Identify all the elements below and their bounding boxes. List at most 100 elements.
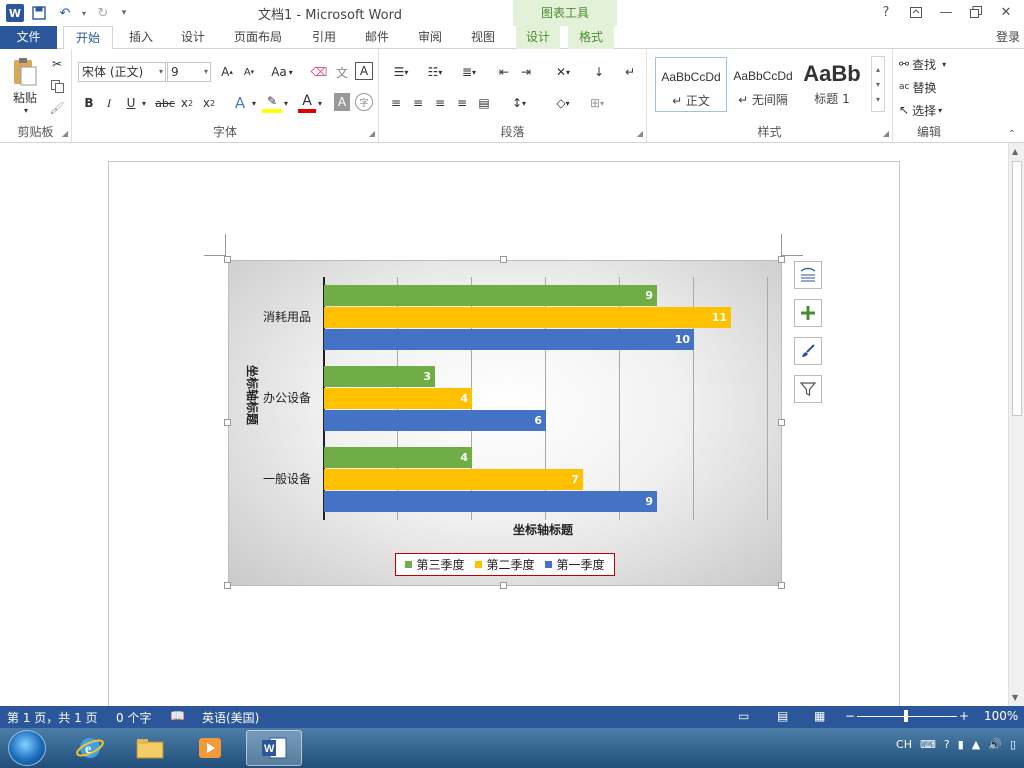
layout-options-button[interactable] xyxy=(794,261,822,289)
chinese-layout-icon[interactable]: ✕ ▾ xyxy=(549,62,577,82)
select-button[interactable]: ↖ 选择 ▾ xyxy=(899,101,963,119)
distributed-icon[interactable]: ▤ xyxy=(475,93,493,113)
chart[interactable]: 坐标轴标题 坐标轴标题 第三季度 第二季度 第一季度 消耗用品 9 11 10 办公设备… xyxy=(228,260,782,586)
web-layout-icon[interactable]: ▦ xyxy=(814,709,825,723)
shrink-font-icon[interactable]: A ▾ xyxy=(240,62,258,82)
tab-chart-design[interactable]: 设计 xyxy=(516,26,560,49)
paragraph-launcher-icon[interactable]: ◢ xyxy=(637,129,643,138)
superscript-icon[interactable]: x2 xyxy=(200,93,218,113)
bold-icon[interactable]: B xyxy=(80,93,98,113)
paste-button[interactable]: 粘贴 xyxy=(8,89,42,105)
tab-references[interactable]: 引用 xyxy=(302,26,346,49)
tab-review[interactable]: 审阅 xyxy=(408,26,452,49)
notification-icon[interactable]: ▯ xyxy=(1010,738,1016,751)
decrease-indent-icon[interactable]: ⇤ xyxy=(495,62,513,82)
character-shading-icon[interactable]: A xyxy=(334,93,350,111)
tab-file[interactable]: 文件 xyxy=(0,26,57,49)
text-effects-dropdown-icon[interactable]: ▾ xyxy=(250,93,258,113)
language-indicator[interactable]: 英语(美国) xyxy=(202,709,259,726)
style-no-spacing[interactable]: AaBbCcDd ↵ 无间隔 xyxy=(727,57,799,112)
copy-icon[interactable] xyxy=(48,77,66,95)
internet-explorer-icon[interactable]: e xyxy=(62,730,118,766)
borders-icon[interactable]: ⊞ ▾ xyxy=(583,93,611,113)
input-language[interactable]: CH xyxy=(896,738,912,751)
font-size-combo[interactable]: 9 ▾ xyxy=(167,62,211,82)
clipboard-launcher-icon[interactable]: ◢ xyxy=(62,129,68,138)
tab-chart-format[interactable]: 格式 xyxy=(568,26,614,49)
close-icon[interactable]: ✕ xyxy=(994,2,1018,22)
numbering-icon[interactable]: ☷ ▾ xyxy=(421,62,449,82)
replace-button[interactable]: ac 替换 xyxy=(899,78,963,96)
resize-handle[interactable] xyxy=(500,256,507,263)
format-painter-icon[interactable]: 🖌 xyxy=(48,99,66,117)
page-count[interactable]: 第 1 页，共 1 页 xyxy=(7,709,98,726)
resize-handle[interactable] xyxy=(778,582,785,589)
font-name-combo[interactable]: 宋体 (正文) ▾ xyxy=(78,62,166,82)
chevron-up-icon[interactable]: ▴ xyxy=(876,65,880,74)
underline-dropdown-icon[interactable]: ▾ xyxy=(140,93,148,113)
show-formatting-icon[interactable]: ↵ xyxy=(621,62,639,82)
print-layout-icon[interactable]: ▤ xyxy=(777,709,788,723)
align-right-icon[interactable]: ≡ xyxy=(431,93,449,113)
word-count[interactable]: 0 个字 xyxy=(116,709,151,726)
tab-page-layout[interactable]: 页面布局 xyxy=(225,26,291,49)
proofing-icon[interactable]: 📖 xyxy=(170,709,185,723)
tab-home[interactable]: 开始 xyxy=(63,26,113,50)
show-hidden-icons[interactable]: ▲ xyxy=(972,738,980,751)
highlight-dropdown-icon[interactable]: ▾ xyxy=(282,93,290,113)
legend[interactable]: 第三季度 第二季度 第一季度 xyxy=(395,553,615,576)
more-styles-icon[interactable]: ▾ xyxy=(876,95,880,104)
vertical-scrollbar[interactable]: ▲ ▼ xyxy=(1008,143,1024,706)
font-launcher-icon[interactable]: ◢ xyxy=(369,129,375,138)
resize-handle[interactable] xyxy=(224,256,231,263)
font-color-icon[interactable]: A xyxy=(298,93,316,113)
scroll-up-icon[interactable]: ▲ xyxy=(1012,147,1018,156)
text-effects-icon[interactable]: A xyxy=(230,93,250,113)
resize-handle[interactable] xyxy=(500,582,507,589)
tab-mailings[interactable]: 邮件 xyxy=(355,26,399,49)
font-color-dropdown-icon[interactable]: ▾ xyxy=(316,93,324,113)
underline-icon[interactable]: U xyxy=(122,93,140,113)
chart-elements-button[interactable] xyxy=(794,299,822,327)
paste-dropdown-icon[interactable]: ▾ xyxy=(21,105,31,115)
keyboard-icon[interactable]: ⌨ xyxy=(920,738,936,751)
help-button[interactable]: ? xyxy=(874,2,898,22)
phonetic-guide-icon[interactable]: 文 xyxy=(332,62,352,82)
tab-view[interactable]: 视图 xyxy=(461,26,505,49)
character-border-icon[interactable]: A xyxy=(355,62,373,80)
chart-styles-button[interactable] xyxy=(794,337,822,365)
increase-indent-icon[interactable]: ⇥ xyxy=(517,62,535,82)
justify-icon[interactable]: ≡ xyxy=(453,93,471,113)
line-spacing-icon[interactable]: ↕ ▾ xyxy=(505,93,533,113)
file-explorer-icon[interactable] xyxy=(122,730,178,766)
align-center-icon[interactable]: ≡ xyxy=(409,93,427,113)
multilevel-list-icon[interactable]: ≣ ▾ xyxy=(455,62,483,82)
chevron-down-icon[interactable]: ▾ xyxy=(876,80,880,89)
volume-icon[interactable]: 🔊 xyxy=(988,738,1002,751)
clear-formatting-icon[interactable]: ⌫ xyxy=(310,62,328,82)
network-icon[interactable]: ▮ xyxy=(958,738,964,751)
minimize-button[interactable]: — xyxy=(934,2,958,22)
sort-icon[interactable]: ↓ xyxy=(589,62,609,82)
x-axis-title[interactable]: 坐标轴标题 xyxy=(513,521,573,538)
windows-start-icon[interactable] xyxy=(8,730,46,766)
zoom-slider-thumb[interactable] xyxy=(904,710,908,722)
ribbon-display-options-icon[interactable] xyxy=(904,2,928,22)
zoom-level[interactable]: 100% xyxy=(984,709,1018,723)
subscript-icon[interactable]: x2 xyxy=(178,93,196,113)
cut-icon[interactable]: ✂ xyxy=(48,55,66,73)
highlight-icon[interactable]: ✎ xyxy=(262,93,282,113)
collapse-ribbon-icon[interactable]: ⌃ xyxy=(1008,129,1016,140)
restore-icon[interactable] xyxy=(964,2,988,22)
align-left-icon[interactable]: ≡ xyxy=(387,93,405,113)
zoom-out-icon[interactable]: − xyxy=(845,709,855,723)
strikethrough-icon[interactable]: abc xyxy=(154,93,176,113)
media-player-icon[interactable] xyxy=(182,730,238,766)
italic-icon[interactable]: I xyxy=(100,93,118,113)
shading-icon[interactable]: ◇ ▾ xyxy=(549,93,577,113)
style-heading-1[interactable]: AaBb 标题 1 xyxy=(799,57,865,112)
enclose-character-icon[interactable]: 字 xyxy=(355,93,373,111)
scroll-thumb[interactable] xyxy=(1012,161,1022,416)
style-normal[interactable]: AaBbCcDd ↵ 正文 xyxy=(655,57,727,112)
styles-scroll[interactable]: ▴ ▾ ▾ xyxy=(871,56,885,112)
